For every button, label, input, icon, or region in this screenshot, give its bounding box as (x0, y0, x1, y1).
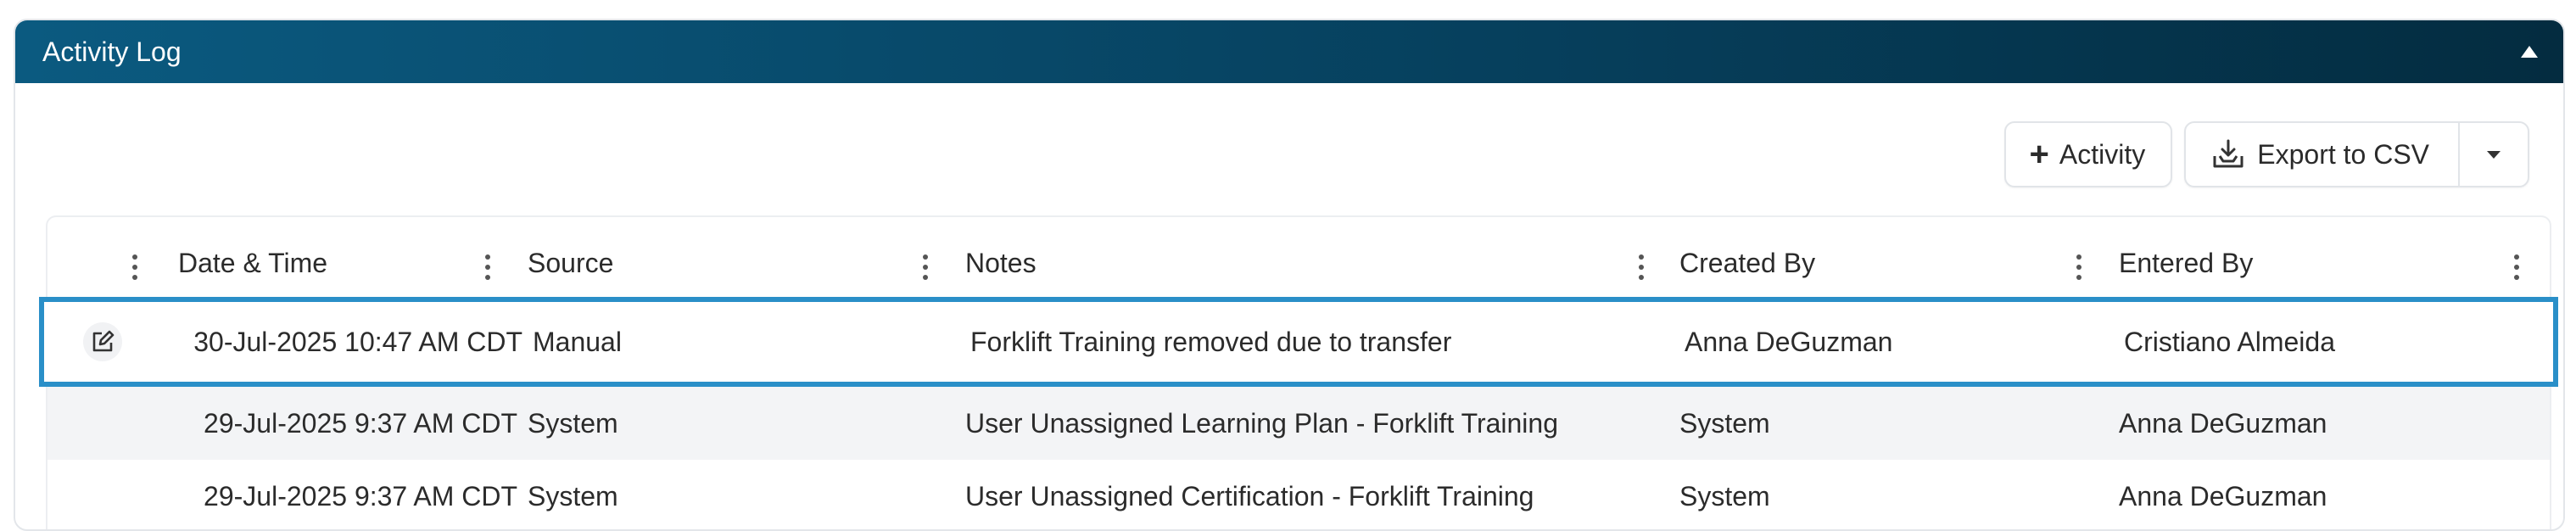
export-button-group: Export to CSV (2184, 121, 2529, 187)
cell-date-time: 30-Jul-2025 10:47 AM CDT (193, 326, 522, 357)
created-by-column-kebab-icon[interactable] (2076, 254, 2081, 283)
cell-source: System (528, 407, 618, 439)
cell-entered-by: Anna DeGuzman (2119, 407, 2327, 439)
source-column-kebab-icon[interactable] (923, 254, 928, 283)
date-time-column-kebab-icon[interactable] (485, 254, 490, 283)
table-row[interactable]: 30-Jul-2025 10:47 AM CDT Manual Forklift… (39, 297, 2558, 387)
toolbar: + Activity Export to CSV (2003, 121, 2529, 187)
cell-date-time: 29-Jul-2025 9:37 AM CDT (204, 480, 517, 511)
add-activity-label: Activity (2059, 138, 2146, 170)
activity-table: Date & Time Source Notes Created By Ente… (39, 215, 2558, 529)
edit-icon (92, 330, 115, 352)
download-tray-icon (2213, 139, 2244, 168)
column-header-source[interactable]: Source (528, 248, 613, 279)
activity-log-panel: Activity Log + Activity Export to CSV Da… (14, 19, 2565, 531)
add-activity-button[interactable]: + Activity (2003, 121, 2173, 187)
cell-created-by: System (1679, 480, 1770, 511)
edit-row-button[interactable] (83, 322, 122, 361)
row-menu-kebab-icon[interactable] (132, 254, 137, 283)
entered-by-column-kebab-icon[interactable] (2514, 254, 2519, 283)
export-csv-label: Export to CSV (2257, 138, 2429, 170)
table-row[interactable]: 29-Jul-2025 9:37 AM CDT System User Unas… (47, 387, 2550, 460)
cell-entered-by: Anna DeGuzman (2119, 480, 2327, 511)
panel-title: Activity Log (42, 36, 182, 67)
table-row[interactable]: 29-Jul-2025 9:37 AM CDT System User Unas… (47, 460, 2550, 529)
cell-entered-by: Cristiano Almeida (2124, 326, 2335, 357)
cell-notes: User Unassigned Learning Plan - Forklift… (965, 407, 1558, 439)
cell-source: System (528, 480, 618, 511)
export-csv-button[interactable]: Export to CSV (2186, 123, 2458, 186)
cell-date-time: 29-Jul-2025 9:37 AM CDT (204, 407, 517, 439)
cell-source: Manual (533, 326, 622, 357)
cell-created-by: System (1679, 407, 1770, 439)
cell-notes: Forklift Training removed due to transfe… (970, 326, 1452, 357)
table-header: Date & Time Source Notes Created By Ente… (47, 217, 2550, 290)
column-header-created-by[interactable]: Created By (1679, 248, 1815, 279)
column-header-date-time[interactable]: Date & Time (178, 248, 327, 279)
plus-icon: + (2029, 136, 2049, 173)
column-header-entered-by[interactable]: Entered By (2119, 248, 2253, 279)
panel-header: Activity Log (15, 20, 2563, 83)
collapse-triangle-up-icon[interactable] (2521, 46, 2538, 58)
export-options-dropdown[interactable] (2458, 123, 2528, 186)
column-header-notes[interactable]: Notes (965, 248, 1037, 279)
notes-column-kebab-icon[interactable] (1639, 254, 1644, 283)
caret-down-icon (2487, 150, 2501, 159)
cell-created-by: Anna DeGuzman (1685, 326, 1893, 357)
cell-notes: User Unassigned Certification - Forklift… (965, 480, 1534, 511)
